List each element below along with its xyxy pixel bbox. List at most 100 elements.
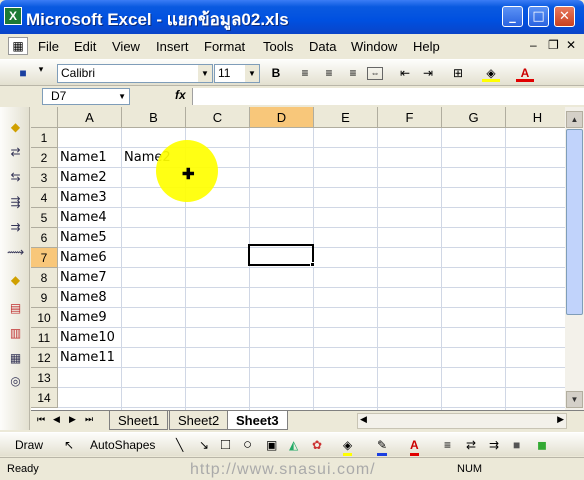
wordart-icon[interactable]: ◭ [289, 437, 298, 453]
line-style-icon[interactable]: ≡ [444, 437, 451, 453]
cell-a3[interactable]: Name2 [58, 168, 122, 188]
new-comment-icon[interactable]: ▤ [7, 300, 24, 317]
spreadsheet-grid[interactable]: A B C D E F G H 1 2 3 4 5 6 7 8 9 10 11 … [31, 107, 565, 410]
next-sheet-icon[interactable]: ▶ [69, 414, 76, 425]
3d-style-icon[interactable]: ◼ [537, 437, 547, 453]
cell-a5[interactable]: Name4 [58, 208, 122, 228]
remove-arrows-icon[interactable]: ⇶ [7, 194, 24, 211]
formula-input[interactable] [192, 88, 584, 105]
row-header-13[interactable]: 13 [31, 368, 58, 388]
close-button[interactable]: ✕ [554, 6, 575, 27]
menu-view[interactable]: View [112, 39, 140, 54]
circle-invalid-icon[interactable]: ▥ [7, 325, 24, 342]
column-header-g[interactable]: G [442, 107, 506, 128]
toolbar-options-icon[interactable]: ▾ [36, 64, 46, 82]
tab-sheet1[interactable]: Sheet1 [109, 411, 169, 430]
bold-button[interactable]: B [267, 65, 285, 82]
row-header-3[interactable]: 3 [31, 168, 58, 188]
scroll-thumb[interactable] [566, 129, 583, 315]
cell-a11[interactable]: Name10 [58, 328, 122, 348]
cell-a8[interactable]: Name7 [58, 268, 122, 288]
menu-edit[interactable]: Edit [74, 39, 96, 54]
diagram-icon[interactable]: ✿ [312, 437, 322, 453]
line-icon[interactable]: ╲ [176, 437, 183, 453]
chevron-down-icon[interactable]: ▼ [198, 65, 212, 82]
align-right-icon[interactable]: ≡ [344, 65, 362, 82]
trace-dependents-icon[interactable]: ⇆ [7, 169, 24, 186]
row-header-12[interactable]: 12 [31, 348, 58, 368]
cell-a4[interactable]: Name3 [58, 188, 122, 208]
column-header-d[interactable]: D [250, 107, 314, 128]
menu-data[interactable]: Data [309, 39, 336, 54]
cell-a2[interactable]: Name1 [58, 148, 122, 168]
chevron-down-icon[interactable]: ▼ [118, 89, 126, 104]
align-center-icon[interactable]: ≡ [320, 65, 338, 82]
column-header-b[interactable]: B [122, 107, 186, 128]
arrow-style-icon[interactable]: ⇉ [489, 437, 499, 453]
text-box-icon[interactable]: ▣ [266, 437, 277, 453]
row-header-7[interactable]: 7 [31, 248, 58, 268]
tab-sheet2[interactable]: Sheet2 [169, 411, 229, 430]
minimize-button[interactable]: _ [502, 6, 523, 27]
row-header-8[interactable]: 8 [31, 268, 58, 288]
merge-center-icon[interactable]: ⇔ [367, 67, 383, 80]
vertical-scrollbar[interactable]: ▲ ▼ [565, 107, 584, 410]
chevron-down-icon[interactable]: ▼ [245, 65, 259, 82]
column-header-h[interactable]: H [506, 107, 565, 128]
fill-handle[interactable] [310, 262, 315, 267]
row-header-10[interactable]: 10 [31, 308, 58, 328]
tab-sheet3[interactable]: Sheet3 [227, 411, 288, 430]
select-objects-icon[interactable]: ↖ [64, 437, 74, 453]
watch-window-icon[interactable]: ▦ [7, 350, 24, 367]
cell-a12[interactable]: Name11 [58, 348, 122, 368]
menu-format[interactable]: Format [204, 39, 245, 54]
scroll-down-icon[interactable]: ▼ [566, 391, 583, 408]
workbook-icon[interactable]: ▦ [8, 37, 28, 55]
font-size-combo[interactable]: 11 ▼ [214, 64, 260, 83]
row-header-9[interactable]: 9 [31, 288, 58, 308]
row-header-11[interactable]: 11 [31, 328, 58, 348]
evaluate-formula-icon[interactable]: ◎ [7, 373, 24, 390]
trace-error-icon[interactable]: ⟿ [7, 244, 24, 261]
menu-insert[interactable]: Insert [156, 39, 189, 54]
trace-precedents-icon[interactable]: ⇄ [7, 144, 24, 161]
column-header-c[interactable]: C [186, 107, 250, 128]
horizontal-scrollbar[interactable]: ◀ ▶ [357, 413, 567, 429]
font-name-combo[interactable]: Calibri ▼ [57, 64, 213, 83]
column-header-f[interactable]: F [378, 107, 442, 128]
fill-color-icon[interactable]: ◈ [343, 437, 353, 456]
row-header-4[interactable]: 4 [31, 188, 58, 208]
doc-close-icon[interactable]: ✕ [566, 38, 576, 52]
menu-help[interactable]: Help [413, 39, 440, 54]
first-sheet-icon[interactable]: ⏮ [37, 414, 45, 425]
row-header-5[interactable]: 5 [31, 208, 58, 228]
maximize-button[interactable]: □ [528, 6, 549, 27]
row-header-2[interactable]: 2 [31, 148, 58, 168]
draw-menu-button[interactable]: Draw [15, 437, 43, 453]
oval-icon[interactable]: ○ [243, 437, 252, 453]
font-color-icon[interactable]: A [516, 65, 534, 82]
insert-function-icon[interactable]: fx [175, 88, 186, 102]
cell-a7[interactable]: Name6 [58, 248, 122, 268]
decrease-indent-icon[interactable]: ⇤ [396, 65, 414, 82]
cell-a10[interactable]: Name9 [58, 308, 122, 328]
cell-a9[interactable]: Name8 [58, 288, 122, 308]
warning-icon[interactable]: ◆ [7, 272, 24, 289]
line-color-icon[interactable]: ✎ [377, 437, 388, 456]
dash-style-icon[interactable]: ⇄ [466, 437, 476, 453]
last-sheet-icon[interactable]: ⏭ [85, 414, 93, 425]
active-cell-d7[interactable] [248, 244, 314, 266]
column-header-e[interactable]: E [314, 107, 378, 128]
font-color-icon[interactable]: A [410, 437, 419, 456]
scroll-right-icon[interactable]: ▶ [557, 414, 564, 425]
excel-app-icon[interactable]: X [4, 7, 22, 25]
column-header-a[interactable]: A [58, 107, 122, 128]
error-check-icon[interactable]: ◆ [7, 119, 24, 136]
arrow-icon[interactable]: ↘ [199, 437, 209, 453]
menu-tools[interactable]: Tools [263, 39, 293, 54]
menu-file[interactable]: File [38, 39, 59, 54]
scroll-left-icon[interactable]: ◀ [360, 414, 367, 425]
rectangle-icon[interactable]: □ [221, 437, 230, 453]
row-header-14[interactable]: 14 [31, 388, 58, 408]
row-header-1[interactable]: 1 [31, 128, 58, 148]
